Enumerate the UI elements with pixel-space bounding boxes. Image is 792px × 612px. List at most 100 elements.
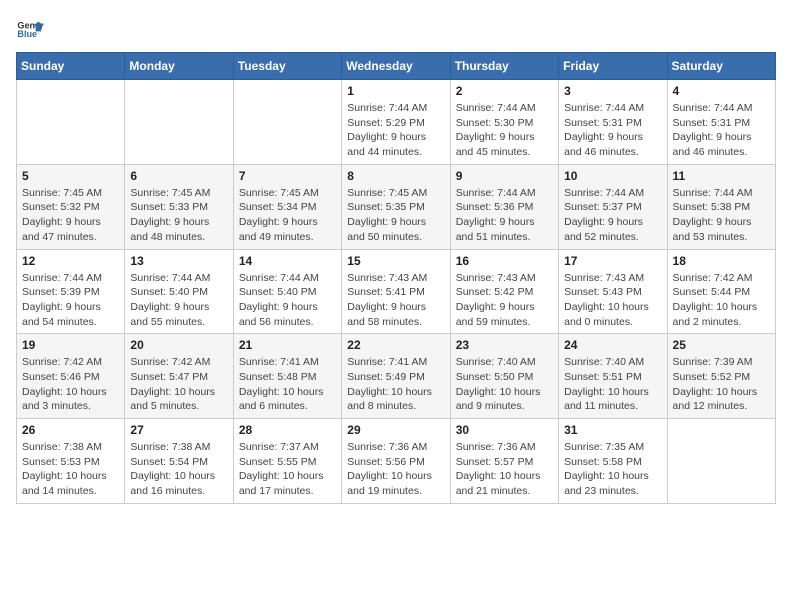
day-number: 27 xyxy=(130,423,227,437)
weekday-header-sunday: Sunday xyxy=(17,53,125,80)
calendar-week-2: 5Sunrise: 7:45 AM Sunset: 5:32 PM Daylig… xyxy=(17,164,776,249)
weekday-header-thursday: Thursday xyxy=(450,53,558,80)
calendar-cell: 10 Sunrise: 7:44 AM Sunset: 5:37 PM Dayli… xyxy=(559,164,667,249)
calendar-week-3: 12 Sunrise: 7:44 AM Sunset: 5:39 PM Dayli… xyxy=(17,249,776,334)
day-number: 14 xyxy=(239,254,336,268)
day-number: 26 xyxy=(22,423,119,437)
day-number: 8 xyxy=(347,169,444,183)
day-info: Sunrise: 7:45 AM Sunset: 5:35 PM Dayligh… xyxy=(347,186,444,245)
svg-text:Blue: Blue xyxy=(17,29,37,39)
day-info: Sunrise: 7:40 AM Sunset: 5:50 PM Dayligh… xyxy=(456,355,553,414)
calendar-cell: 16 Sunrise: 7:43 AM Sunset: 5:42 PM Dayli… xyxy=(450,249,558,334)
calendar-cell: 17 Sunrise: 7:43 AM Sunset: 5:43 PM Dayli… xyxy=(559,249,667,334)
weekday-header-wednesday: Wednesday xyxy=(342,53,450,80)
day-info: Sunrise: 7:39 AM Sunset: 5:52 PM Dayligh… xyxy=(673,355,770,414)
day-number: 7 xyxy=(239,169,336,183)
day-info: Sunrise: 7:40 AM Sunset: 5:51 PM Dayligh… xyxy=(564,355,661,414)
day-info: Sunrise: 7:44 AM Sunset: 5:36 PM Dayligh… xyxy=(456,186,553,245)
calendar-week-5: 26 Sunrise: 7:38 AM Sunset: 5:53 PM Dayli… xyxy=(17,419,776,504)
weekday-header-row: SundayMondayTuesdayWednesdayThursdayFrid… xyxy=(17,53,776,80)
calendar-cell: 19 Sunrise: 7:42 AM Sunset: 5:46 PM Dayli… xyxy=(17,334,125,419)
day-info: Sunrise: 7:44 AM Sunset: 5:31 PM Dayligh… xyxy=(564,101,661,160)
day-number: 22 xyxy=(347,338,444,352)
day-info: Sunrise: 7:44 AM Sunset: 5:31 PM Dayligh… xyxy=(673,101,770,160)
day-number: 28 xyxy=(239,423,336,437)
day-number: 16 xyxy=(456,254,553,268)
day-info: Sunrise: 7:43 AM Sunset: 5:43 PM Dayligh… xyxy=(564,271,661,330)
day-number: 29 xyxy=(347,423,444,437)
day-info: Sunrise: 7:44 AM Sunset: 5:37 PM Dayligh… xyxy=(564,186,661,245)
day-info: Sunrise: 7:38 AM Sunset: 5:53 PM Dayligh… xyxy=(22,440,119,499)
day-number: 12 xyxy=(22,254,119,268)
day-number: 5 xyxy=(22,169,119,183)
calendar-cell xyxy=(667,419,775,504)
calendar-body: 1Sunrise: 7:44 AM Sunset: 5:29 PM Daylig… xyxy=(17,80,776,504)
day-number: 13 xyxy=(130,254,227,268)
day-number: 15 xyxy=(347,254,444,268)
calendar-cell: 2 Sunrise: 7:44 AM Sunset: 5:30 PM Daylig… xyxy=(450,80,558,165)
weekday-header-tuesday: Tuesday xyxy=(233,53,341,80)
day-number: 30 xyxy=(456,423,553,437)
day-info: Sunrise: 7:38 AM Sunset: 5:54 PM Dayligh… xyxy=(130,440,227,499)
day-info: Sunrise: 7:44 AM Sunset: 5:30 PM Dayligh… xyxy=(456,101,553,160)
day-info: Sunrise: 7:43 AM Sunset: 5:42 PM Dayligh… xyxy=(456,271,553,330)
logo: General Blue xyxy=(16,16,44,44)
calendar-cell: 20Sunrise: 7:42 AM Sunset: 5:47 PM Dayli… xyxy=(125,334,233,419)
calendar-cell: 15 Sunrise: 7:43 AM Sunset: 5:41 PM Dayli… xyxy=(342,249,450,334)
calendar-cell: 26 Sunrise: 7:38 AM Sunset: 5:53 PM Dayli… xyxy=(17,419,125,504)
day-number: 23 xyxy=(456,338,553,352)
day-number: 19 xyxy=(22,338,119,352)
calendar-cell: 12 Sunrise: 7:44 AM Sunset: 5:39 PM Dayli… xyxy=(17,249,125,334)
calendar-cell: 18Sunrise: 7:42 AM Sunset: 5:44 PM Dayli… xyxy=(667,249,775,334)
day-info: Sunrise: 7:36 AM Sunset: 5:56 PM Dayligh… xyxy=(347,440,444,499)
calendar-cell xyxy=(233,80,341,165)
weekday-header-monday: Monday xyxy=(125,53,233,80)
calendar-cell: 1Sunrise: 7:44 AM Sunset: 5:29 PM Daylig… xyxy=(342,80,450,165)
day-number: 17 xyxy=(564,254,661,268)
weekday-header-friday: Friday xyxy=(559,53,667,80)
calendar-cell: 28 Sunrise: 7:37 AM Sunset: 5:55 PM Dayli… xyxy=(233,419,341,504)
page-header: General Blue xyxy=(16,16,776,44)
calendar-cell: 23 Sunrise: 7:40 AM Sunset: 5:50 PM Dayli… xyxy=(450,334,558,419)
calendar-table: SundayMondayTuesdayWednesdayThursdayFrid… xyxy=(16,52,776,504)
day-info: Sunrise: 7:44 AM Sunset: 5:40 PM Dayligh… xyxy=(239,271,336,330)
day-number: 20 xyxy=(130,338,227,352)
day-info: Sunrise: 7:35 AM Sunset: 5:58 PM Dayligh… xyxy=(564,440,661,499)
calendar-cell: 4 Sunrise: 7:44 AM Sunset: 5:31 PM Daylig… xyxy=(667,80,775,165)
day-number: 11 xyxy=(673,169,770,183)
calendar-cell: 14 Sunrise: 7:44 AM Sunset: 5:40 PM Dayli… xyxy=(233,249,341,334)
day-info: Sunrise: 7:45 AM Sunset: 5:33 PM Dayligh… xyxy=(130,186,227,245)
day-info: Sunrise: 7:45 AM Sunset: 5:34 PM Dayligh… xyxy=(239,186,336,245)
calendar-cell: 13 Sunrise: 7:44 AM Sunset: 5:40 PM Dayli… xyxy=(125,249,233,334)
day-number: 31 xyxy=(564,423,661,437)
day-info: Sunrise: 7:43 AM Sunset: 5:41 PM Dayligh… xyxy=(347,271,444,330)
calendar-cell: 7 Sunrise: 7:45 AM Sunset: 5:34 PM Daylig… xyxy=(233,164,341,249)
day-number: 10 xyxy=(564,169,661,183)
calendar-cell: 30 Sunrise: 7:36 AM Sunset: 5:57 PM Dayli… xyxy=(450,419,558,504)
calendar-week-4: 19 Sunrise: 7:42 AM Sunset: 5:46 PM Dayli… xyxy=(17,334,776,419)
day-number: 9 xyxy=(456,169,553,183)
calendar-cell: 24Sunrise: 7:40 AM Sunset: 5:51 PM Dayli… xyxy=(559,334,667,419)
day-number: 2 xyxy=(456,84,553,98)
calendar-cell: 31 Sunrise: 7:35 AM Sunset: 5:58 PM Dayli… xyxy=(559,419,667,504)
day-info: Sunrise: 7:42 AM Sunset: 5:46 PM Dayligh… xyxy=(22,355,119,414)
day-info: Sunrise: 7:37 AM Sunset: 5:55 PM Dayligh… xyxy=(239,440,336,499)
day-info: Sunrise: 7:44 AM Sunset: 5:38 PM Dayligh… xyxy=(673,186,770,245)
day-info: Sunrise: 7:36 AM Sunset: 5:57 PM Dayligh… xyxy=(456,440,553,499)
day-number: 1 xyxy=(347,84,444,98)
day-number: 4 xyxy=(673,84,770,98)
day-info: Sunrise: 7:41 AM Sunset: 5:49 PM Dayligh… xyxy=(347,355,444,414)
calendar-cell: 3Sunrise: 7:44 AM Sunset: 5:31 PM Daylig… xyxy=(559,80,667,165)
calendar-week-1: 1Sunrise: 7:44 AM Sunset: 5:29 PM Daylig… xyxy=(17,80,776,165)
calendar-cell: 29 Sunrise: 7:36 AM Sunset: 5:56 PM Dayli… xyxy=(342,419,450,504)
logo-icon: General Blue xyxy=(16,16,44,44)
weekday-header-saturday: Saturday xyxy=(667,53,775,80)
calendar-cell: 5Sunrise: 7:45 AM Sunset: 5:32 PM Daylig… xyxy=(17,164,125,249)
calendar-cell: 6Sunrise: 7:45 AM Sunset: 5:33 PM Daylig… xyxy=(125,164,233,249)
calendar-cell: 25Sunrise: 7:39 AM Sunset: 5:52 PM Dayli… xyxy=(667,334,775,419)
day-info: Sunrise: 7:44 AM Sunset: 5:39 PM Dayligh… xyxy=(22,271,119,330)
calendar-cell xyxy=(125,80,233,165)
calendar-cell xyxy=(17,80,125,165)
calendar-cell: 21Sunrise: 7:41 AM Sunset: 5:48 PM Dayli… xyxy=(233,334,341,419)
day-info: Sunrise: 7:44 AM Sunset: 5:40 PM Dayligh… xyxy=(130,271,227,330)
